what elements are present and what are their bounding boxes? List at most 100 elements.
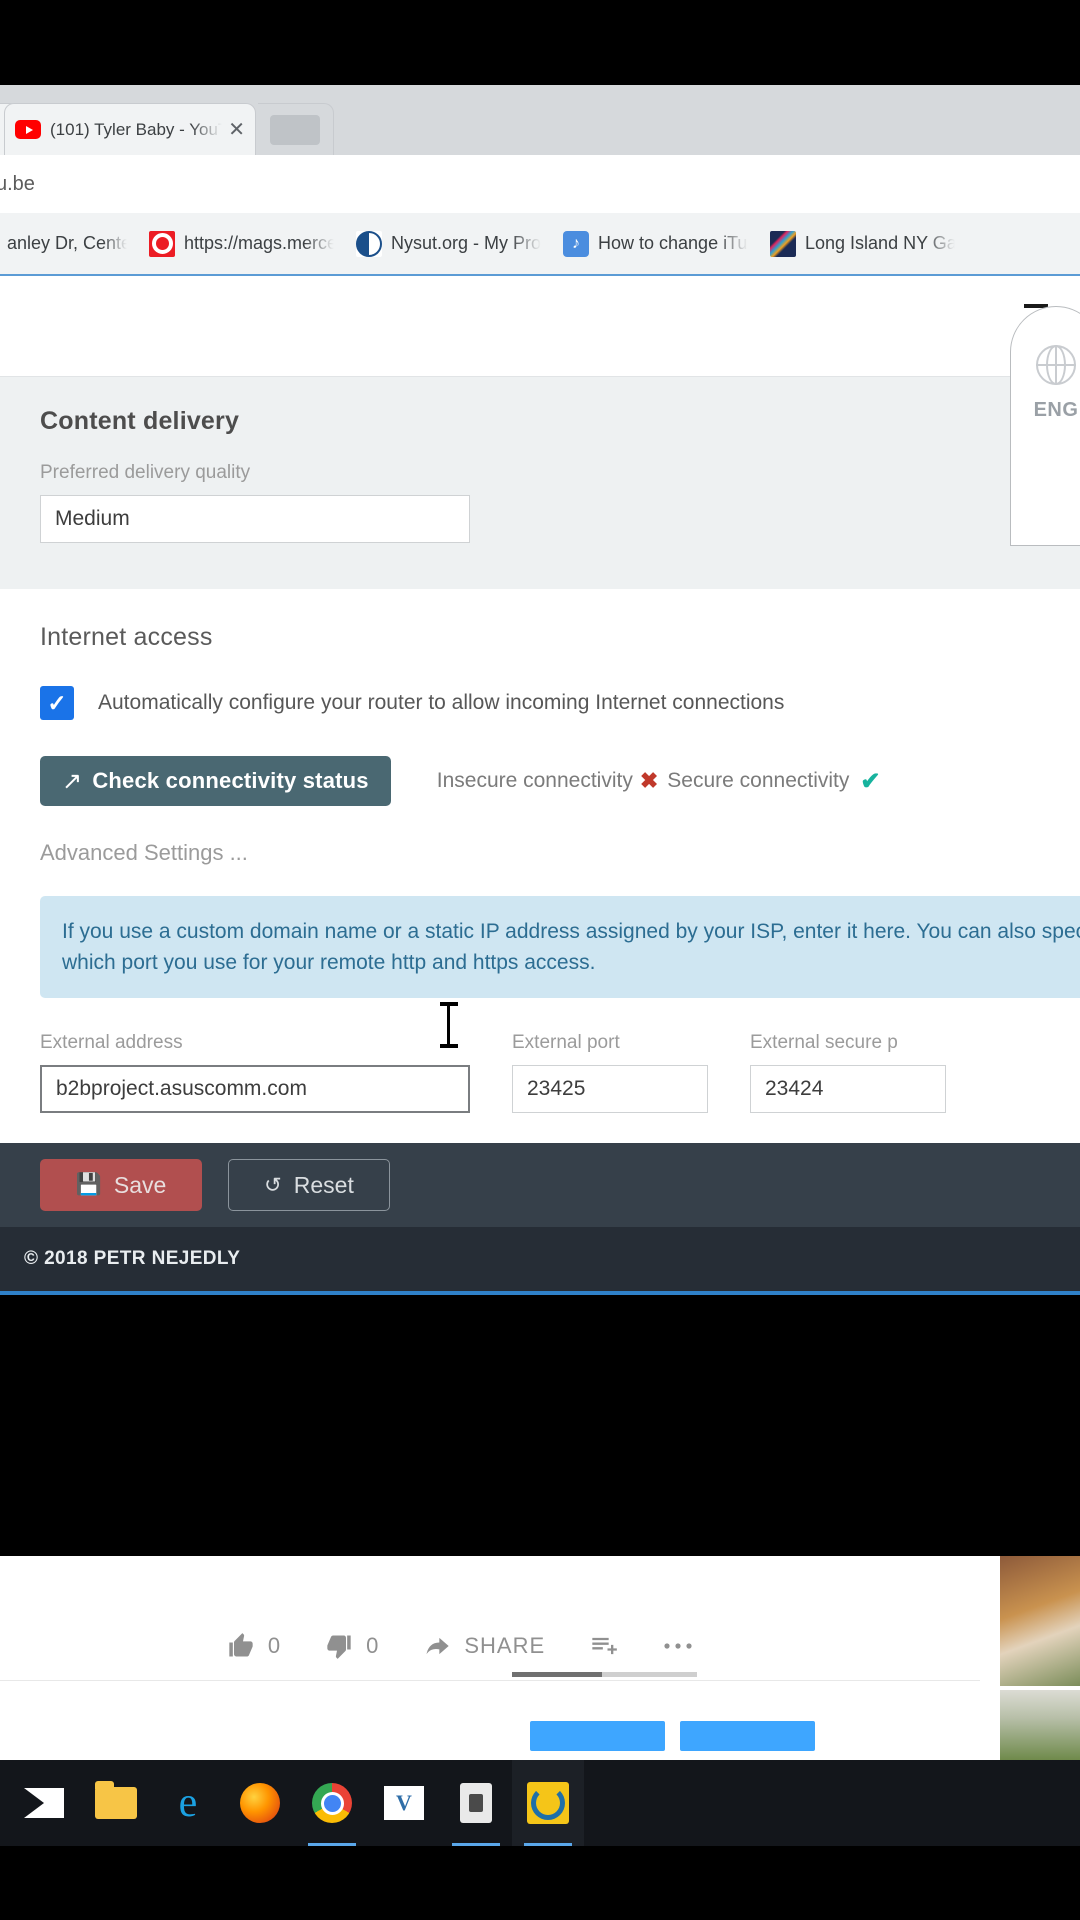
- external-secure-port-input[interactable]: 23424: [750, 1065, 946, 1114]
- more-options-icon: [664, 1643, 692, 1649]
- like-button[interactable]: 0: [227, 1632, 281, 1660]
- external-port-field: External port 23425: [512, 1032, 708, 1114]
- dislike-button[interactable]: 0: [325, 1632, 379, 1660]
- sidebar-video-thumbnail[interactable]: [1000, 1690, 1080, 1760]
- close-icon[interactable]: ✕: [228, 117, 245, 142]
- bookmark-label: https://mags.mercer.c: [184, 233, 334, 253]
- external-address-value: b2bproject.asuscomm.com: [56, 1077, 307, 1101]
- copyright-text: © 2018 PETR NEJEDLY: [24, 1248, 241, 1270]
- top-letterbox: [0, 0, 1080, 85]
- bookmark-item[interactable]: Nysut.org - My Progr: [356, 230, 541, 257]
- cross-icon: ✖: [639, 768, 659, 793]
- taskbar-item-chrome[interactable]: [296, 1760, 368, 1846]
- tab-title: (101) Tyler Baby - YouTub: [50, 119, 222, 139]
- save-button[interactable]: 💾 Save: [40, 1159, 202, 1212]
- add-to-playlist-icon: [592, 1637, 617, 1655]
- save-button-label: Save: [113, 1171, 167, 1198]
- auto-configure-label: Automatically configure your router to a…: [98, 691, 785, 714]
- video-progress-bar[interactable]: [512, 1672, 697, 1677]
- taskbar-item-app[interactable]: [440, 1760, 512, 1846]
- bookmark-label: How to change iTune: [598, 233, 748, 253]
- tab-youtube[interactable]: (101) Tyler Baby - YouTub ✕: [4, 103, 256, 155]
- browser-chrome: (101) Tyler Baby - YouTub ✕ u.be anley D…: [0, 85, 1080, 279]
- youtube-icon: [15, 120, 41, 139]
- address-bar[interactable]: u.be: [0, 155, 1080, 213]
- app-topbar: ENG: [0, 276, 1080, 546]
- dislike-count: 0: [366, 1633, 380, 1658]
- external-secure-port-label: External secure p: [750, 1032, 898, 1054]
- bookmarks-bar: anley Dr, Cente https://mags.mercer.c Ny…: [0, 213, 1080, 275]
- bookmark-label: anley Dr, Cente: [7, 233, 127, 253]
- advanced-settings-link[interactable]: Advanced Settings ...: [40, 840, 1040, 866]
- language-selector[interactable]: ENG: [1010, 306, 1080, 546]
- subscribe-button[interactable]: [530, 1721, 665, 1751]
- save-to-playlist-button[interactable]: [589, 1632, 619, 1660]
- taskbar-item-mail[interactable]: [8, 1760, 80, 1846]
- video-thumbnail[interactable]: [1000, 1556, 1080, 1686]
- secure-connectivity-label: Secure connectivity: [667, 769, 850, 792]
- app-footer: © 2018 PETR NEJEDLY: [0, 1227, 1080, 1296]
- language-code: ENG: [1033, 399, 1079, 421]
- share-button[interactable]: SHARE: [423, 1632, 545, 1660]
- auto-configure-checkbox[interactable]: ✓: [40, 686, 74, 720]
- bookmark-label: Nysut.org - My Progr: [391, 233, 541, 253]
- taskbar-item-edge[interactable]: e: [152, 1760, 224, 1846]
- globe-icon: [1036, 345, 1076, 385]
- check-connectivity-button[interactable]: ↗ Check connectivity status: [40, 756, 391, 806]
- screen-root: (101) Tyler Baby - YouTub ✕ u.be anley D…: [0, 0, 1080, 1920]
- external-port-label: External port: [512, 1032, 620, 1054]
- video-action-row: 0 0 SHARE: [0, 1596, 1000, 1696]
- bookmark-label: Long Island NY Ga: [805, 233, 955, 253]
- nysut-icon: [356, 230, 382, 257]
- content-delivery-section: Content delivery Preferred delivery qual…: [0, 376, 1080, 589]
- sync-icon: [527, 1782, 569, 1824]
- taskbar-item-sync[interactable]: [512, 1760, 584, 1846]
- tab-strip: (101) Tyler Baby - YouTub ✕: [0, 85, 1080, 155]
- file-explorer-icon: [95, 1781, 137, 1819]
- mail-icon: [24, 1788, 64, 1818]
- thumbs-up-icon: [229, 1633, 253, 1657]
- auto-configure-row[interactable]: ✓ Automatically configure your router to…: [40, 686, 1040, 720]
- divider: [0, 1680, 980, 1681]
- edge-icon: e: [178, 1780, 198, 1826]
- tab-inactive[interactable]: [270, 115, 320, 145]
- chrome-icon: [312, 1783, 352, 1823]
- external-secure-port-field: External secure p 23424: [750, 1032, 946, 1114]
- check-connectivity-label: Check connectivity status: [92, 768, 369, 793]
- delivery-quality-select[interactable]: Medium: [40, 495, 470, 543]
- bookmark-item[interactable]: ♪ How to change iTune: [563, 230, 748, 257]
- reset-arrow-icon: ↺: [264, 1173, 282, 1197]
- external-secure-port-value: 23424: [765, 1077, 824, 1101]
- connectivity-status: Insecure connectivity ✖ Secure connectiv…: [437, 767, 881, 796]
- reset-button[interactable]: ↺ Reset: [228, 1159, 390, 1212]
- external-address-label: External address: [40, 1032, 183, 1054]
- bookmark-item[interactable]: anley Dr, Cente: [0, 233, 127, 254]
- rainbow-stripes-icon: [770, 230, 796, 257]
- share-arrow-icon: [426, 1637, 450, 1655]
- taskbar-item-vlc[interactable]: V: [368, 1760, 440, 1846]
- check-icon: ✔: [860, 767, 881, 795]
- reset-button-label: Reset: [293, 1171, 354, 1198]
- arrow-up-right-icon: ↗: [62, 767, 83, 795]
- thumbs-down-icon: [327, 1635, 351, 1659]
- bookmark-item[interactable]: https://mags.mercer.c: [149, 230, 334, 257]
- bottom-letterbox: [0, 1846, 1080, 1920]
- secondary-blue-button[interactable]: [680, 1721, 815, 1751]
- action-bar: 💾 Save ↺ Reset: [0, 1143, 1080, 1228]
- more-options-button[interactable]: [663, 1641, 693, 1651]
- external-address-input[interactable]: b2bproject.asuscomm.com: [40, 1065, 470, 1114]
- bookmark-item[interactable]: Long Island NY Ga: [770, 230, 955, 257]
- connectivity-row: ↗ Check connectivity status Insecure con…: [40, 756, 1040, 806]
- vlc-icon: V: [384, 1786, 424, 1820]
- router-settings-panel: ENG Content delivery Preferred delivery …: [0, 276, 1080, 1296]
- taskbar-item-explorer[interactable]: [80, 1760, 152, 1846]
- taskbar-item-firefox[interactable]: [224, 1760, 296, 1846]
- music-note-icon: ♪: [563, 230, 589, 257]
- external-port-input[interactable]: 23425: [512, 1065, 708, 1114]
- content-delivery-heading: Content delivery: [40, 407, 240, 435]
- url-text: u.be: [0, 172, 35, 195]
- like-count: 0: [267, 1633, 282, 1658]
- taskbar: e V: [0, 1760, 1080, 1846]
- insecure-connectivity-label: Insecure connectivity: [436, 769, 633, 792]
- info-banner: If you use a custom domain name or a sta…: [40, 896, 1080, 999]
